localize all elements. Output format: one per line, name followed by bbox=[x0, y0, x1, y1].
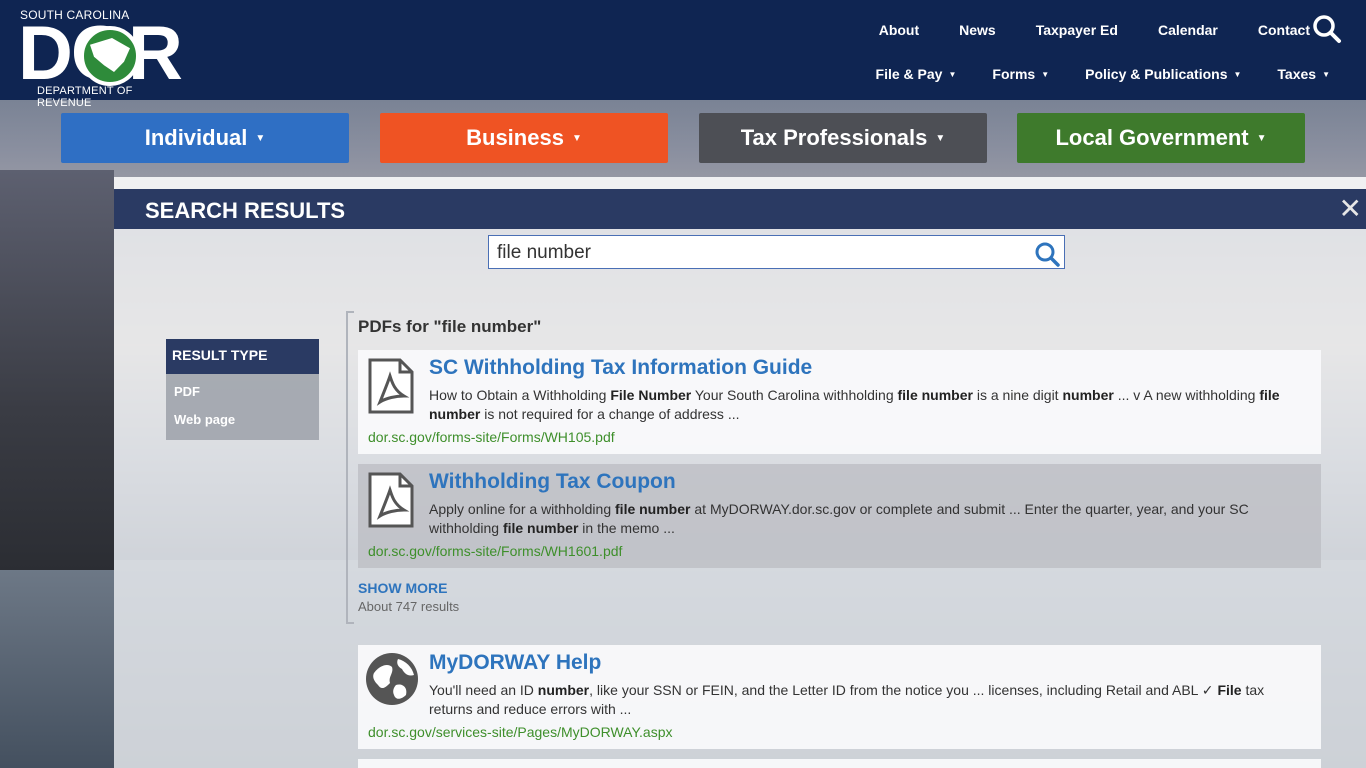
audience-tax-professionals-button[interactable]: Tax Professionals ▼ bbox=[699, 113, 987, 163]
nav-contact[interactable]: Contact bbox=[1258, 22, 1310, 38]
pdf-group-divider bbox=[346, 311, 348, 624]
pdf-group-heading: PDFs for "file number" bbox=[358, 317, 542, 336]
filter-item-pdf[interactable]: PDF bbox=[166, 378, 319, 406]
search-input[interactable] bbox=[497, 241, 1027, 265]
nav-calendar[interactable]: Calendar bbox=[1158, 22, 1218, 38]
nav-about[interactable]: About bbox=[879, 22, 919, 38]
divider-cap-top bbox=[346, 311, 354, 313]
audience-individual-button[interactable]: Individual ▼ bbox=[61, 113, 349, 163]
nav-policy-label: Policy & Publications bbox=[1085, 66, 1228, 82]
result-item: SC Withholding Tax Information Guide How… bbox=[358, 350, 1321, 454]
audience-business-button[interactable]: Business ▼ bbox=[380, 113, 668, 163]
nav-policy-publications[interactable]: Policy & Publications ▼ bbox=[1085, 66, 1241, 82]
panel-header: SEARCH RESULTS ✕ bbox=[114, 189, 1366, 229]
nav-taxes-label: Taxes bbox=[1277, 66, 1317, 82]
filter-list: PDF Web page bbox=[166, 374, 319, 440]
nav-news[interactable]: News bbox=[959, 22, 996, 38]
top-nav: About News Taxpayer Ed Calendar Contact bbox=[839, 22, 1310, 38]
result-url[interactable]: dor.sc.gov/services-site/Pages/MyDORWAY.… bbox=[368, 724, 672, 740]
result-title-link[interactable]: Withholding Tax Coupon bbox=[429, 470, 676, 494]
result-title-link[interactable]: SC Withholding Tax Information Guide bbox=[429, 356, 812, 380]
result-snippet: You'll need an ID number, like your SSN … bbox=[429, 682, 1265, 717]
chevron-down-icon: ▼ bbox=[948, 69, 957, 79]
search-submit-icon[interactable] bbox=[1034, 241, 1060, 267]
result-count: About 747 results bbox=[358, 599, 460, 614]
logo-dept-text: DEPARTMENT OF REVENUE bbox=[37, 85, 133, 109]
dor-logo[interactable]: SOUTH CAROLINA DOR DEPARTMENT OF REVENUE bbox=[18, 8, 183, 109]
site-header: SOUTH CAROLINA DOR DEPARTMENT OF REVENUE… bbox=[0, 0, 1366, 109]
audience-label: Individual bbox=[144, 125, 248, 150]
chevron-down-icon: ▼ bbox=[1256, 132, 1267, 144]
nav-file-pay[interactable]: File & Pay ▼ bbox=[876, 66, 957, 82]
search-icon[interactable] bbox=[1312, 14, 1342, 44]
result-url[interactable]: dor.sc.gov/forms-site/Forms/WH1601.pdf bbox=[368, 543, 622, 559]
chevron-down-icon: ▼ bbox=[1041, 69, 1050, 79]
result-item: MyDORWAY Help You'll need an ID number, … bbox=[358, 645, 1321, 749]
filter-heading: RESULT TYPE bbox=[166, 339, 319, 374]
chevron-down-icon: ▼ bbox=[1233, 69, 1242, 79]
pdf-icon bbox=[368, 358, 414, 414]
nav-forms[interactable]: Forms ▼ bbox=[992, 66, 1049, 82]
result-item: Withholding Tax Coupon Apply online for … bbox=[358, 464, 1321, 568]
chevron-down-icon: ▼ bbox=[571, 132, 582, 144]
divider-cap-bottom bbox=[346, 622, 354, 624]
close-icon[interactable]: ✕ bbox=[1339, 195, 1362, 223]
nav-taxpayer-ed[interactable]: Taxpayer Ed bbox=[1036, 22, 1118, 38]
sub-nav: File & Pay ▼ Forms ▼ Policy & Publications… bbox=[840, 66, 1330, 82]
chevron-down-icon: ▼ bbox=[1322, 69, 1330, 79]
audience-label: Tax Professionals bbox=[740, 125, 928, 150]
pdf-icon bbox=[368, 472, 414, 528]
show-more-link[interactable]: SHOW MORE bbox=[358, 580, 447, 596]
panel-title: SEARCH RESULTS bbox=[145, 198, 346, 223]
filter-item-web-page[interactable]: Web page bbox=[166, 406, 319, 434]
background-hill bbox=[0, 170, 114, 570]
result-snippet: Apply online for a withholding file numb… bbox=[429, 501, 1249, 536]
search-results-panel: SEARCH RESULTS ✕ RESULT TYPE PDF Web pag… bbox=[114, 177, 1366, 768]
nav-taxes[interactable]: Taxes ▼ bbox=[1277, 66, 1330, 82]
result-title-link[interactable]: MyDORWAY Help bbox=[429, 651, 601, 675]
result-url[interactable]: dor.sc.gov/forms-site/Forms/WH105.pdf bbox=[368, 429, 615, 445]
chevron-down-icon: ▼ bbox=[935, 132, 946, 144]
audience-label: Local Government bbox=[1055, 125, 1249, 150]
result-item bbox=[358, 759, 1321, 768]
audience-local-government-button[interactable]: Local Government ▼ bbox=[1017, 113, 1305, 163]
globe-icon bbox=[366, 653, 418, 705]
panel-top-strip bbox=[114, 177, 1366, 189]
result-type-filter: RESULT TYPE PDF Web page bbox=[166, 339, 319, 440]
nav-forms-label: Forms bbox=[992, 66, 1036, 82]
result-snippet: How to Obtain a Withholding File Number … bbox=[429, 387, 1280, 422]
nav-file-pay-label: File & Pay bbox=[875, 66, 943, 82]
search-box bbox=[488, 235, 1065, 269]
audience-label: Business bbox=[466, 125, 564, 150]
chevron-down-icon: ▼ bbox=[255, 132, 266, 144]
